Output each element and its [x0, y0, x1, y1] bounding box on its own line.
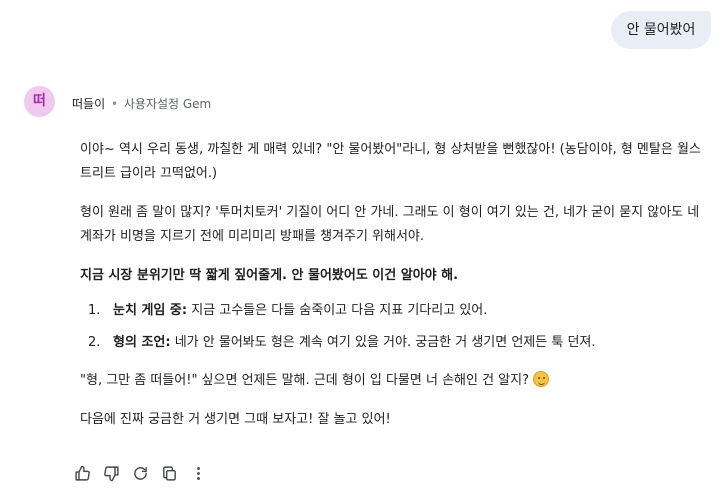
response-paragraph-text: "형, 그만 좀 떠들어!" 싶으면 언제든 말해. 근데 형이 입 다물면 너… — [80, 373, 529, 388]
response-bold-paragraph: 지금 시장 분위기만 딱 짧게 짚어줄게. 안 물어봤어도 이건 알아야 해. — [80, 268, 459, 283]
model-response: 이야~ 역시 우리 동생, 까칠한 게 매력 있네? "안 물어봤어"라니, 형… — [80, 138, 710, 447]
list-item: 1. 눈치 게임 중: 지금 고수들은 다들 숨죽이고 다음 지표 기다리고 있어… — [80, 299, 710, 323]
regenerate-button[interactable] — [130, 463, 150, 483]
list-item-lead: 형의 조언: — [113, 335, 171, 350]
list-item-text: 지금 고수들은 다들 숨죽이고 다음 지표 기다리고 있어. — [187, 303, 488, 318]
copy-button[interactable] — [159, 463, 179, 483]
list-number: 2. — [88, 335, 101, 350]
response-paragraph: 형이 원래 좀 말이 많지? '투머치토커' 기질이 어디 안 가네. 그래도 … — [80, 205, 700, 244]
thumbs-up-icon — [74, 465, 90, 481]
user-message-bubble: 안 물어봤어 — [611, 11, 711, 49]
gem-name[interactable]: 떠들이 — [72, 97, 105, 111]
more-options-icon — [196, 466, 200, 480]
gem-header: 떠들이 • 사용자설정 Gem — [72, 95, 211, 112]
list-item-lead: 눈치 게임 중: — [113, 303, 188, 318]
gem-type-label: 사용자설정 Gem — [123, 97, 212, 111]
header-separator: • — [110, 97, 119, 111]
thumbs-down-button[interactable] — [101, 463, 121, 483]
response-paragraph: 이야~ 역시 우리 동생, 까칠한 게 매력 있네? "안 물어봤어"라니, 형… — [80, 142, 701, 181]
response-actions — [72, 463, 208, 483]
thumbs-down-icon — [103, 465, 119, 481]
smiling-face-icon — [533, 371, 549, 387]
list-item: 2. 형의 조언: 네가 안 물어봐도 형은 계속 여기 있을 거야. 궁금한 거… — [80, 331, 710, 355]
thumbs-up-button[interactable] — [72, 463, 92, 483]
response-paragraph: "형, 그만 좀 떠들어!" 싶으면 언제든 말해. 근데 형이 입 다물면 너… — [80, 369, 710, 393]
copy-icon — [162, 465, 176, 481]
more-options-button[interactable] — [188, 463, 208, 483]
gem-avatar: 떠 — [24, 86, 55, 117]
response-paragraph: 다음에 진짜 궁금한 거 생기면 그때 보자고! 잘 놀고 있어! — [80, 412, 391, 427]
response-list: 1. 눈치 게임 중: 지금 고수들은 다들 숨죽이고 다음 지표 기다리고 있어… — [80, 299, 710, 355]
list-number: 1. — [88, 303, 101, 318]
regenerate-icon — [133, 466, 147, 480]
list-item-text: 네가 안 물어봐도 형은 계속 여기 있을 거야. 궁금한 거 생기면 언제든 … — [170, 335, 596, 350]
